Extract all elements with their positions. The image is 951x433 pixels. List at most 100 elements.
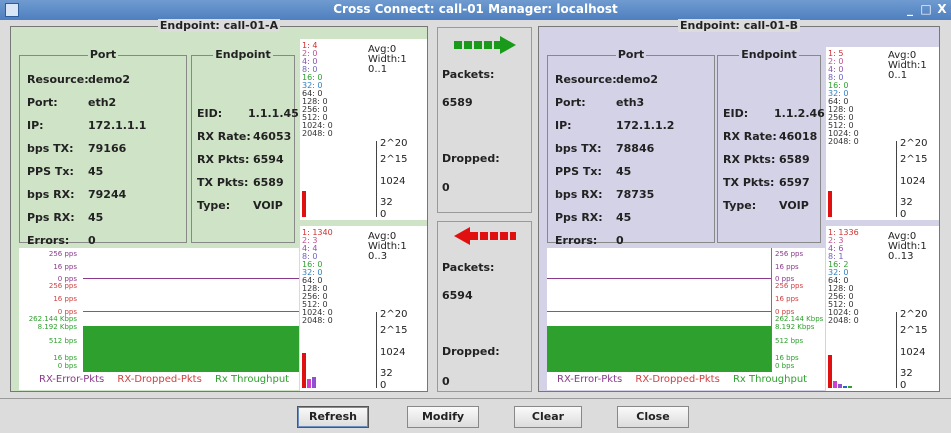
port-label: Port: [27, 96, 58, 109]
port-value: eth3 [616, 96, 645, 109]
histogram-bins: 1: 4 2: 0 4: 0 8: 0 16: 0 32: 0 64: 0 128: 0 256… [302, 42, 333, 138]
histogram-bin: 2048: 0 [302, 316, 333, 325]
histogram-bins: 1: 5 2: 0 4: 0 8: 0 16: 0 32: 0 64: 0 128: 0 256… [828, 50, 859, 146]
histogram-tick: 2^20 [900, 138, 928, 149]
rx-pkts-label: RX Pkts: [197, 153, 250, 166]
clear-button[interactable]: Clear [514, 406, 582, 428]
rx-error-line [547, 278, 771, 279]
y-axis-label: 512 bps [775, 337, 804, 345]
tx-pkts-value: 6589 [253, 176, 284, 189]
histogram-bar [312, 377, 316, 388]
histogram-tick: 32 [380, 197, 393, 208]
jitter-histogram-a: 1: 1340 2: 3 4: 4 8: 0 16: 0 32: 0 64: 0 128: 0… [300, 226, 427, 391]
throughput-graph-b: 256 pps 16 pps 0 pps 256 pps 16 pps 0 pp… [547, 248, 825, 390]
histogram-range: 0..1 [888, 70, 908, 81]
histogram-bin: 2048: 0 [302, 129, 333, 138]
histogram-bar [833, 381, 837, 388]
legend-rx-dropped: RX-Dropped-Pkts [635, 374, 720, 385]
pps-rx-value: 45 [616, 211, 632, 224]
errors-value: 0 [616, 234, 624, 247]
graph-legend: RX-Error-Pkts RX-Dropped-Pkts Rx Through… [39, 374, 289, 385]
resource-value: demo2 [88, 73, 131, 86]
legend-rx-dropped: RX-Dropped-Pkts [117, 374, 202, 385]
histogram-tick: 2^15 [380, 325, 408, 336]
histogram-tick: 32 [900, 368, 913, 379]
legend-rx-error: RX-Error-Pkts [39, 374, 105, 385]
eid-label: EID: [723, 107, 749, 120]
y-axis-label: 16 bps [53, 354, 77, 362]
y-axis-label: 0 bps [775, 362, 795, 370]
tx-pkts-value: 6597 [779, 176, 810, 189]
y-axis-label: 512 bps [48, 337, 77, 345]
rx-pkts-label: RX Pkts: [723, 153, 776, 166]
histogram-tick: 0 [900, 380, 907, 391]
histogram-tick: 2^15 [900, 325, 928, 336]
histogram-axis [376, 312, 377, 388]
y-axis-label: 256 pps [775, 282, 804, 290]
bps-rx-value: 78735 [616, 188, 655, 201]
a-to-b-stats: Packets: 6589 Dropped: 0 [437, 27, 532, 213]
rx-pkts-value: 6589 [779, 153, 810, 166]
packets-value: 6594 [442, 289, 473, 302]
title-bar: Cross Connect: call-01 Manager: localhos… [0, 0, 951, 20]
histogram-tick: 2^20 [380, 309, 408, 320]
endpoint-box-title: Endpoint [739, 48, 799, 61]
graph-legend: RX-Error-Pkts RX-Dropped-Pkts Rx Through… [557, 374, 807, 385]
histogram-tick: 1024 [900, 176, 926, 187]
latency-histogram-a: 1: 4 2: 0 4: 0 8: 0 16: 0 32: 0 64: 0 128: 0 256… [300, 39, 427, 220]
histogram-bar [828, 355, 832, 388]
histogram-tick: 2^20 [900, 309, 928, 320]
refresh-button[interactable]: Refresh [297, 406, 369, 428]
button-bar-divider [0, 398, 951, 399]
ip-value: 172.1.1.1 [88, 119, 147, 132]
rx-error-line [83, 278, 299, 279]
bps-tx-label: bps TX: [27, 142, 74, 155]
rx-pkts-value: 6594 [253, 153, 284, 166]
histogram-bins: 1: 1340 2: 3 4: 4 8: 0 16: 0 32: 0 64: 0 128: 0… [302, 229, 333, 325]
histogram-bar [843, 386, 847, 388]
minimize-icon[interactable]: _ [902, 2, 918, 17]
dropped-label: Dropped: [442, 345, 500, 358]
y-axis-label: 256 pps [48, 282, 77, 290]
arrow-left-icon [454, 227, 516, 245]
port-label: Port: [555, 96, 586, 109]
pps-tx-value: 45 [616, 165, 632, 178]
pps-tx-label: PPS Tx: [27, 165, 74, 178]
histogram-tick: 32 [380, 368, 393, 379]
close-button[interactable]: Close [617, 406, 689, 428]
port-box-title: Port [87, 48, 119, 61]
histogram-tick: 1024 [900, 347, 926, 358]
eid-value: 1.1.2.46 [774, 107, 825, 120]
throughput-graph-a: 256 pps 16 pps 0 pps 256 pps 16 pps 0 pp… [19, 248, 299, 390]
y-axis-label: 16 pps [53, 295, 77, 303]
port-box-b: Port Resource: demo2 Port: eth3 IP: 172.… [547, 48, 715, 247]
endpoint-box-b: Endpoint EID: 1.1.2.46 RX Rate: 46018 RX… [717, 48, 825, 243]
histogram-tick: 0 [900, 209, 907, 220]
eid-value: 1.1.1.45 [248, 107, 299, 120]
histogram-tick: 0 [380, 209, 387, 220]
dropped-value: 0 [442, 181, 450, 194]
histogram-range: 0..13 [888, 251, 914, 262]
bps-tx-value: 79166 [88, 142, 127, 155]
arrow-right-icon [454, 36, 516, 54]
rx-rate-label: RX Rate: [197, 130, 251, 143]
bps-rx-label: bps RX: [555, 188, 603, 201]
endpoint-a-title: Endpoint: call-01-A [157, 19, 281, 32]
legend-rx-error: RX-Error-Pkts [557, 374, 623, 385]
histogram-bar [828, 191, 832, 217]
bps-tx-value: 78846 [616, 142, 655, 155]
rx-throughput-area [547, 326, 771, 372]
histogram-bar [307, 379, 311, 388]
histogram-bins: 1: 1336 2: 3 4: 6 8: 1 16: 2 32: 0 64: 0 128: 0… [828, 229, 859, 325]
modify-button[interactable]: Modify [407, 406, 479, 428]
endpoint-box-a: Endpoint EID: 1.1.1.45 RX Rate: 46053 RX… [191, 48, 299, 243]
rx-rate-label: RX Rate: [723, 130, 777, 143]
eid-label: EID: [197, 107, 223, 120]
histogram-bar [302, 353, 306, 388]
close-window-icon[interactable]: X [934, 2, 950, 17]
latency-histogram-b: 1: 5 2: 0 4: 0 8: 0 16: 0 32: 0 64: 0 128: 0 256… [826, 47, 939, 220]
pps-tx-label: PPS Tx: [555, 165, 602, 178]
maximize-icon[interactable]: □ [918, 2, 934, 17]
packets-value: 6589 [442, 96, 473, 109]
rx-dropped-line [83, 311, 299, 312]
